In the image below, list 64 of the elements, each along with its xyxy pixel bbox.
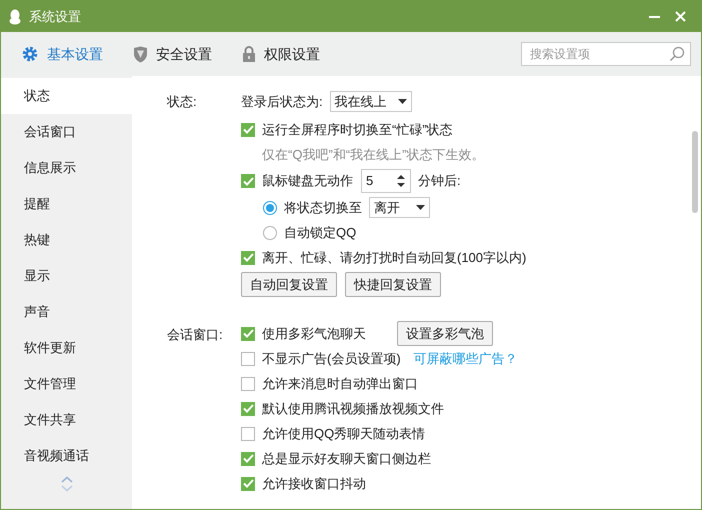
caret-icon [398,99,407,104]
sidebar-item[interactable]: 软件更新 [1,330,132,366]
option-label: 登录后状态为: [241,92,323,111]
caret-icon [416,205,425,210]
sidebar-item[interactable]: 文件管理 [1,366,132,402]
option-label: 使用多彩气泡聊天 [262,324,366,343]
sidebar-item[interactable]: 提醒 [1,186,132,222]
minimize-icon [648,16,660,18]
checkbox[interactable] [241,476,255,490]
section-label: 状态: [167,93,198,111]
dropdown[interactable]: 我在线上 [330,91,412,112]
tab[interactable]: 权限设置 [242,44,320,64]
section-label: 会话窗口: [167,326,224,344]
penguin-icon [9,8,21,24]
checkbox[interactable] [241,376,255,390]
option-label: 将状态切换至 [284,198,362,217]
radio-button[interactable] [263,226,277,240]
sidebar-item[interactable]: 会话窗口 [1,114,132,150]
radio-button[interactable] [263,200,277,214]
lock-icon [242,46,256,62]
button[interactable]: 自动回复设置 [241,272,337,297]
shield-icon [133,46,148,62]
checkbox[interactable] [241,250,255,264]
option-label: 分钟后: [418,172,461,190]
hint-text: 仅在“Q我吧”和“我在线上”状态下生效。 [262,146,484,164]
dropdown[interactable]: 离开 [369,197,430,218]
option-label: 允许使用QQ秀聊天随动表情 [262,424,426,443]
option-label: 运行全屏程序时切换至“忙碌”状态 [262,120,453,139]
checkbox[interactable] [241,426,255,440]
checkbox[interactable] [241,326,255,340]
option-label: 总是显示好友聊天窗口侧边栏 [262,450,431,468]
sidebar-item[interactable]: 状态 [1,78,132,114]
scrollbar-thumb[interactable] [692,131,698,213]
sidebar-item[interactable]: 热键 [1,222,132,258]
sidebar-item[interactable]: 音视频通话 [1,438,132,474]
search-field[interactable]: 搜索设置项 [521,42,691,66]
checkbox[interactable] [241,174,255,188]
sidebar-item[interactable]: 信息展示 [1,150,132,186]
gear-icon [21,45,39,63]
tab[interactable]: 安全设置 [133,44,212,64]
option-label: 允许接收窗口抖动 [262,474,366,493]
checkbox[interactable] [241,352,255,366]
sidebar-item[interactable]: 文件共享 [1,402,132,438]
option-label: 自动锁定QQ [284,224,356,242]
search-icon [669,46,685,62]
checkbox[interactable] [241,452,255,466]
sidebar-item[interactable]: 显示 [1,258,132,294]
button[interactable]: 快捷回复设置 [345,272,441,297]
sidebar-item[interactable]: 声音 [1,294,132,330]
stepper-arrows-icon [397,174,405,188]
chevron-up-icon[interactable] [60,476,72,483]
option-label: 离开、忙碌、请勿打扰时自动回复(100字以内) [262,248,526,267]
window-title: 系统设置 [29,8,81,26]
option-label: 允许来消息时自动弹出窗口 [262,374,418,393]
button[interactable]: 设置多彩气泡 [397,321,493,346]
number-spinner[interactable]: 5 [361,169,411,193]
tab[interactable]: 基本设置 [21,44,103,64]
chevron-down-icon[interactable] [60,485,72,492]
option-label: 默认使用腾讯视频播放视频文件 [262,400,444,418]
option-label: 不显示广告(会员设置项) [262,350,401,368]
checkbox[interactable] [241,122,255,136]
close-icon [674,11,686,22]
option-label: 鼠标键盘无动作 [262,172,353,190]
checkbox[interactable] [241,402,255,416]
